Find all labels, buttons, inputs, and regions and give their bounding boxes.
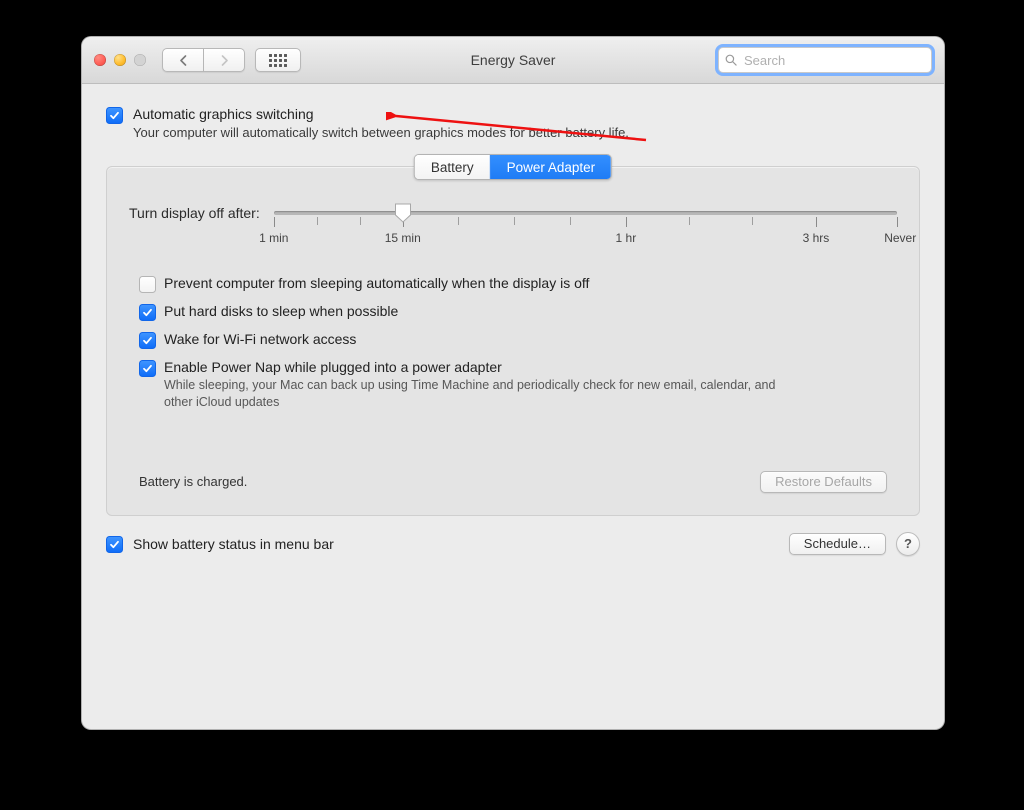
- zoom-icon: [134, 54, 146, 66]
- nav-buttons: [162, 48, 245, 72]
- opt-wake-wifi: Wake for Wi-Fi network access: [139, 331, 897, 349]
- auto-graphics-desc: Your computer will automatically switch …: [133, 125, 629, 140]
- slider-track: [274, 211, 897, 215]
- show-menubar-checkbox[interactable]: [106, 536, 123, 553]
- power-panel: Battery Power Adapter Turn display off a…: [106, 166, 920, 516]
- schedule-button[interactable]: Schedule…: [789, 533, 886, 555]
- restore-defaults-button[interactable]: Restore Defaults: [760, 471, 887, 493]
- opt-power-nap-desc: While sleeping, your Mac can back up usi…: [164, 377, 784, 411]
- grid-icon: [269, 54, 287, 67]
- close-icon[interactable]: [94, 54, 106, 66]
- back-button[interactable]: [162, 48, 204, 72]
- opt-power-nap: Enable Power Nap while plugged into a po…: [139, 359, 897, 411]
- opt-prevent-sleep: Prevent computer from sleeping automatic…: [139, 275, 897, 293]
- toolbar: Energy Saver: [82, 37, 944, 84]
- opt-hdd-sleep-label: Put hard disks to sleep when possible: [164, 303, 398, 319]
- options-list: Prevent computer from sleeping automatic…: [129, 275, 897, 411]
- tab-battery[interactable]: Battery: [415, 155, 490, 179]
- opt-wake-wifi-label: Wake for Wi-Fi network access: [164, 331, 356, 347]
- tab-segmented: Battery Power Adapter: [414, 154, 612, 180]
- show-menubar-label: Show battery status in menu bar: [133, 536, 334, 552]
- search-field[interactable]: [718, 47, 932, 73]
- opt-power-nap-label: Enable Power Nap while plugged into a po…: [164, 359, 784, 375]
- opt-prevent-sleep-label: Prevent computer from sleeping automatic…: [164, 275, 589, 291]
- battery-status: Battery is charged.: [139, 474, 247, 489]
- display-sleep-slider[interactable]: 1 min 15 min 1 hr 3 hrs Never: [274, 205, 897, 253]
- slider-thumb[interactable]: [394, 203, 411, 223]
- opt-power-nap-checkbox[interactable]: [139, 360, 156, 377]
- opt-wake-wifi-checkbox[interactable]: [139, 332, 156, 349]
- auto-graphics-checkbox[interactable]: [106, 107, 123, 124]
- window-controls: [94, 54, 146, 66]
- prefs-window: Energy Saver Automatic graphics switchin…: [81, 36, 945, 730]
- search-input[interactable]: [742, 52, 925, 69]
- auto-graphics-label: Automatic graphics switching: [133, 106, 629, 122]
- minimize-icon[interactable]: [114, 54, 126, 66]
- tab-power-adapter[interactable]: Power Adapter: [490, 155, 612, 179]
- forward-button[interactable]: [204, 48, 245, 72]
- search-icon: [725, 54, 737, 66]
- opt-prevent-sleep-checkbox[interactable]: [139, 276, 156, 293]
- help-button[interactable]: ?: [896, 532, 920, 556]
- help-icon: ?: [904, 536, 912, 551]
- opt-hdd-sleep: Put hard disks to sleep when possible: [139, 303, 897, 321]
- display-sleep-label: Turn display off after:: [129, 205, 260, 221]
- opt-hdd-sleep-checkbox[interactable]: [139, 304, 156, 321]
- show-all-button[interactable]: [255, 48, 301, 72]
